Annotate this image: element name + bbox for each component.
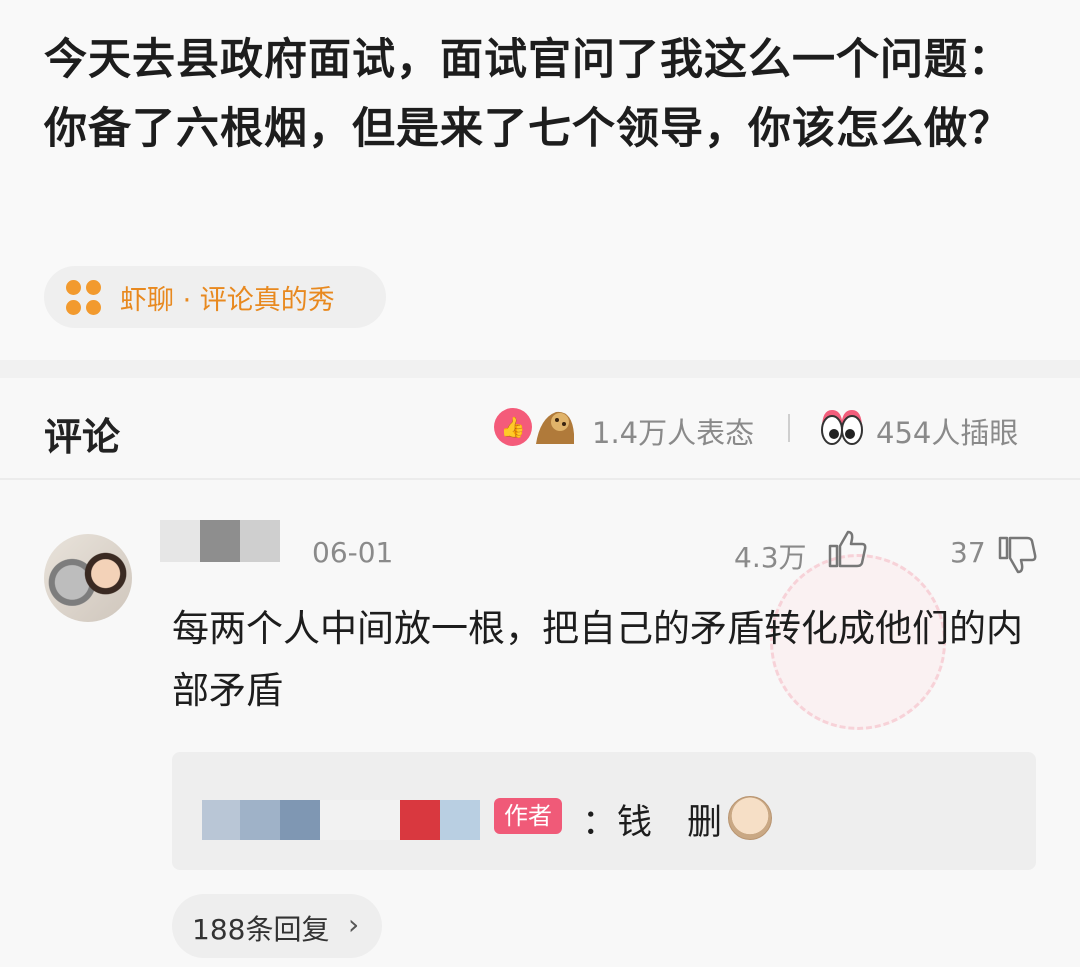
thumbs-up-reaction-icon[interactable]: 👍 xyxy=(494,408,532,446)
replies-count-label: 188条回复 xyxy=(192,913,330,946)
comment-date: 06-01 xyxy=(312,536,394,569)
avatar[interactable] xyxy=(44,534,132,622)
comments-title: 评论 xyxy=(44,415,121,459)
post-section: 今天去县政府面试，面试官问了我这么一个问题：你备了六根烟，但是来了七个领导，你该… xyxy=(0,0,1080,360)
username-blurred[interactable] xyxy=(160,520,280,562)
reply-username-blurred[interactable] xyxy=(202,800,492,840)
section-divider xyxy=(0,360,1080,378)
topic-chip[interactable]: 虾聊 · 评论真的秀 xyxy=(44,266,386,328)
comment-item: 06-01 4.3万 37 每两个人中间放一根，把自己的矛盾转化成他们的内部矛盾… xyxy=(0,480,1080,967)
reply-text: ：钱 删 xyxy=(582,803,723,843)
four-dots-icon xyxy=(66,280,102,316)
comments-header: 评论 👍 1.4万人表态 454人插眼 xyxy=(0,378,1080,478)
thumbs-down-icon[interactable] xyxy=(996,534,1038,576)
reactions-count[interactable]: 1.4万人表态 xyxy=(592,410,754,452)
author-badge: 作者 xyxy=(494,798,562,834)
comment-text: 每两个人中间放一根，把自己的矛盾转化成他们的内部矛盾 xyxy=(172,607,1023,712)
dislike-count: 37 xyxy=(950,536,986,569)
eyes-icon[interactable] xyxy=(818,406,866,448)
post-title: 今天去县政府面试，面试官问了我这么一个问题：你备了六根烟，但是来了七个领导，你该… xyxy=(44,35,1012,154)
thumbs-up-icon[interactable] xyxy=(826,528,868,570)
doge-reaction-icon[interactable] xyxy=(532,404,578,448)
smirk-face-icon xyxy=(728,796,772,840)
chevron-right-icon: › xyxy=(348,908,360,941)
like-count: 4.3万 xyxy=(734,541,807,574)
topic-label: 虾聊 · 评论真的秀 xyxy=(120,285,335,316)
header-separator xyxy=(788,414,790,442)
eyes-count[interactable]: 454人插眼 xyxy=(876,410,1018,452)
author-reply[interactable]: 作者 ：钱 删 xyxy=(172,752,1036,870)
view-replies-button[interactable]: 188条回复 › xyxy=(172,894,382,958)
